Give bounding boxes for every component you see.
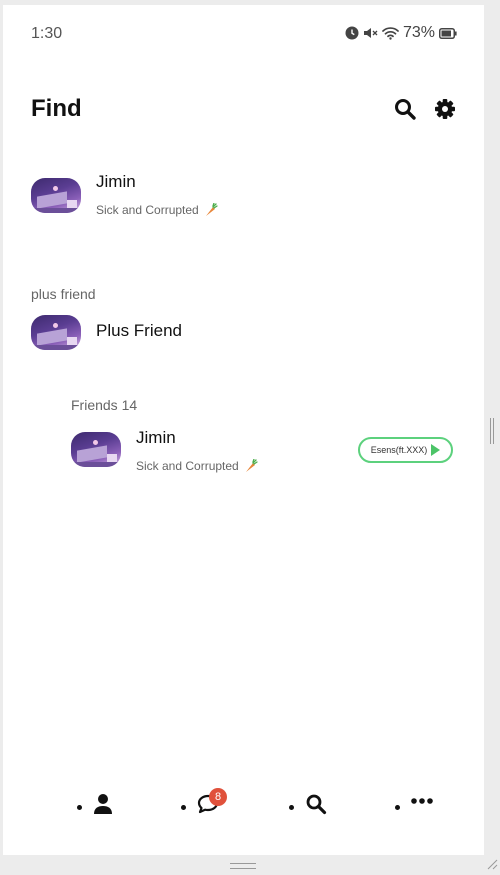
gear-icon[interactable] bbox=[433, 97, 457, 121]
search-icon[interactable] bbox=[393, 97, 417, 121]
friend-status: Sick and Corrupted bbox=[136, 459, 258, 473]
more-icon bbox=[411, 798, 433, 804]
page-title: Find bbox=[31, 95, 82, 122]
friend-song-button[interactable]: Esens(ft.XXX) bbox=[358, 437, 453, 463]
battery-icon bbox=[439, 27, 457, 39]
my-avatar[interactable] bbox=[31, 178, 81, 213]
nav-dot bbox=[181, 805, 186, 810]
play-icon bbox=[431, 444, 441, 456]
plus-friend-label: plus friend bbox=[31, 286, 96, 302]
status-icons: 73% bbox=[345, 24, 457, 42]
nav-search[interactable] bbox=[285, 790, 335, 820]
bottom-nav: 8 bbox=[3, 788, 484, 830]
nav-dot bbox=[77, 805, 82, 810]
friends-section-label: Friends 14 bbox=[71, 397, 138, 413]
scroll-handle[interactable] bbox=[490, 418, 494, 444]
friend-avatar[interactable] bbox=[71, 432, 121, 467]
nav-friends[interactable] bbox=[73, 790, 123, 820]
mute-icon bbox=[363, 28, 378, 38]
friend-name[interactable]: Jimin bbox=[136, 428, 176, 448]
search-icon bbox=[306, 794, 327, 815]
drag-handle[interactable] bbox=[230, 863, 256, 869]
my-profile-name[interactable]: Jimin bbox=[96, 172, 136, 192]
my-profile-status-text: Sick and Corrupted bbox=[96, 203, 199, 217]
plus-friend-name[interactable]: Plus Friend bbox=[96, 321, 182, 341]
app-screen: 1:30 73% Find Jimin Sick and Corrupted p… bbox=[3, 5, 484, 855]
carrot-icon bbox=[205, 203, 218, 216]
battery-percent: 73% bbox=[402, 24, 435, 41]
nav-chats[interactable] bbox=[177, 790, 237, 820]
chat-unread-badge: 8 bbox=[209, 788, 227, 806]
friend-song-label: Esens(ft.XXX) bbox=[370, 445, 428, 455]
plus-friend-avatar[interactable] bbox=[31, 315, 81, 350]
friend-status-text: Sick and Corrupted bbox=[136, 459, 239, 473]
alarm-icon bbox=[345, 26, 359, 40]
nav-dot bbox=[395, 805, 400, 810]
wifi-icon bbox=[382, 27, 399, 40]
my-profile-status: Sick and Corrupted bbox=[96, 203, 218, 217]
status-time: 1:30 bbox=[31, 25, 63, 42]
nav-dot bbox=[289, 805, 294, 810]
carrot-icon bbox=[245, 459, 258, 472]
nav-more[interactable] bbox=[393, 790, 443, 820]
person-icon bbox=[94, 794, 112, 814]
resize-grip-icon[interactable] bbox=[486, 858, 498, 870]
